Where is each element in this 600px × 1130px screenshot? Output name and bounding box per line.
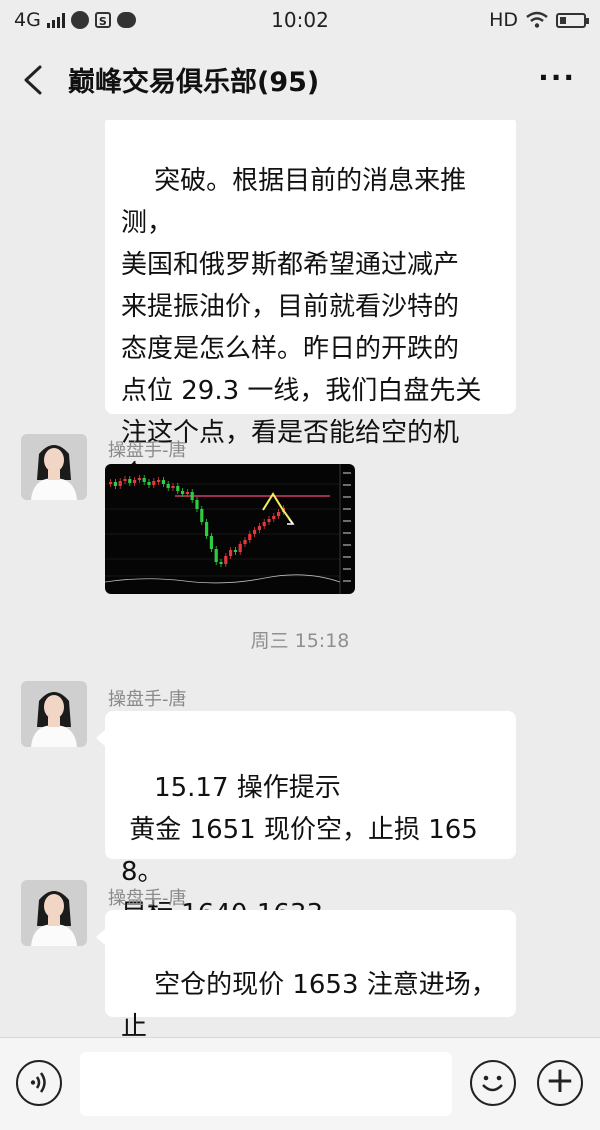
avatar[interactable] [21, 681, 87, 747]
chevron-left-icon[interactable] [20, 64, 46, 96]
more-icon[interactable]: ··· [538, 64, 576, 92]
status-bar: 4G S 10:02 HD [0, 0, 600, 40]
avatar[interactable] [21, 434, 87, 500]
chart-image-content [105, 464, 351, 594]
chart-image[interactable] [105, 464, 355, 594]
chat-title: 巅峰交易俱乐部(95) [68, 67, 320, 98]
battery-icon [556, 12, 589, 28]
timestamp: 周三 15:18 [250, 630, 350, 652]
emoji-icon[interactable] [470, 1060, 516, 1106]
sender-name: 操盘手-唐 [108, 888, 187, 909]
message-input[interactable] [80, 1052, 452, 1116]
avatar[interactable] [21, 880, 87, 946]
chat-area[interactable]: 突破。根据目前的消息来推测， 美国和俄罗斯都希望通过减产 来提振油价，目前就看沙… [0, 120, 600, 1037]
message-text: 空仓的现价 1653 注意进场，止 损带在 60 [121, 970, 497, 1037]
message-bubble[interactable]: 空仓的现价 1653 注意进场，止 损带在 60 [96, 910, 516, 1037]
chat-header: 巅峰交易俱乐部(95) ··· [0, 40, 600, 120]
hd-indicator: HD [489, 9, 518, 31]
wifi-icon [526, 11, 548, 28]
status-right: HD [489, 9, 589, 31]
sender-name: 操盘手-唐 [108, 440, 187, 461]
input-bar: + [0, 1037, 600, 1130]
message-bubble[interactable]: 突破。根据目前的消息来推测， 美国和俄罗斯都希望通过减产 来提振油价，目前就看沙… [105, 120, 516, 490]
sender-name: 操盘手-唐 [108, 689, 187, 710]
plus-icon[interactable]: + [537, 1060, 583, 1106]
voice-icon[interactable] [16, 1060, 62, 1106]
message-bubble[interactable]: 15.17 操作提示 黄金 1651 现价空，止损 1658。 目标 1640-… [96, 711, 516, 929]
